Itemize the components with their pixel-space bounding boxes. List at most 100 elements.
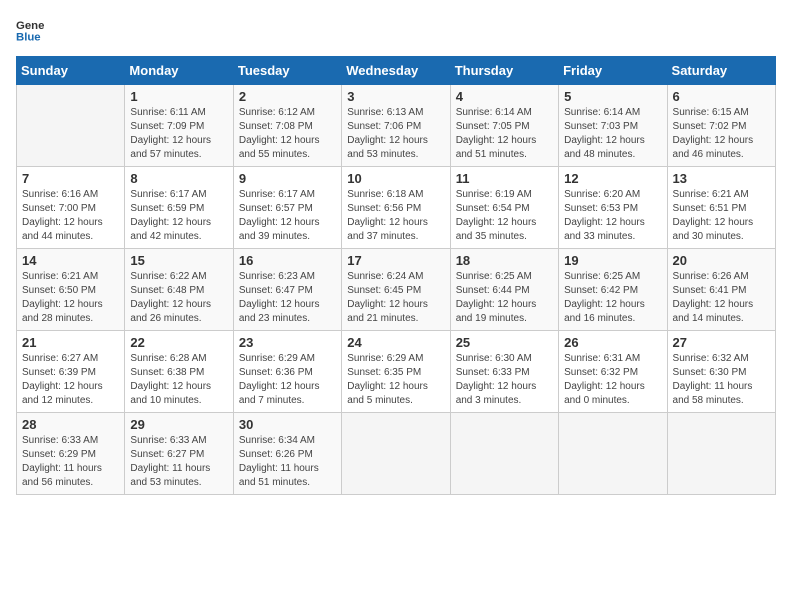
day-info: Sunrise: 6:30 AM Sunset: 6:33 PM Dayligh…	[456, 352, 553, 408]
calendar-cell: 3Sunrise: 6:13 AM Sunset: 7:06 PM Daylig…	[342, 85, 450, 167]
calendar-cell: 15 Sunrise: 6:22 AM Sunset: 6:48 PM Dayli…	[125, 249, 233, 331]
day-number: 3	[347, 89, 444, 104]
calendar-table: SundayMondayTuesdayWednesdayThursdayFrid…	[16, 56, 776, 495]
calendar-cell: 13 Sunrise: 6:21 AM Sunset: 6:51 PM Dayli…	[667, 167, 775, 249]
day-number: 13	[673, 171, 770, 186]
day-info: Sunrise: 6:29 AM Sunset: 6:36 PM Dayligh…	[239, 352, 336, 408]
day-info: Sunrise: 6:18 AM Sunset: 6:56 PM Dayligh…	[347, 188, 444, 244]
calendar-cell: 27 Sunrise: 6:32 AM Sunset: 6:30 PM Dayli…	[667, 331, 775, 413]
day-number: 9	[239, 171, 336, 186]
day-number: 29	[130, 417, 227, 432]
day-info: Sunrise: 6:28 AM Sunset: 6:38 PM Dayligh…	[130, 352, 227, 408]
day-info: Sunrise: 6:33 AM Sunset: 6:29 PM Dayligh…	[22, 434, 119, 490]
day-info: Sunrise: 6:20 AM Sunset: 6:53 PM Dayligh…	[564, 188, 661, 244]
day-number: 26	[564, 335, 661, 350]
day-info: Sunrise: 6:27 AM Sunset: 6:39 PM Dayligh…	[22, 352, 119, 408]
day-info: Sunrise: 6:17 AM Sunset: 6:59 PM Dayligh…	[130, 188, 227, 244]
day-number: 7	[22, 171, 119, 186]
calendar-cell: 11 Sunrise: 6:19 AM Sunset: 6:54 PM Dayli…	[450, 167, 558, 249]
svg-text:Blue: Blue	[16, 32, 41, 44]
calendar-cell: 9 Sunrise: 6:17 AM Sunset: 6:57 PM Daylig…	[233, 167, 341, 249]
day-number: 12	[564, 171, 661, 186]
calendar-body: 1 Sunrise: 6:11 AM Sunset: 7:09 PM Daylig…	[17, 85, 776, 495]
day-info: Sunrise: 6:12 AM Sunset: 7:08 PM Dayligh…	[239, 106, 336, 162]
calendar-cell: 20 Sunrise: 6:26 AM Sunset: 6:41 PM Dayli…	[667, 249, 775, 331]
day-number: 2	[239, 89, 336, 104]
day-number: 11	[456, 171, 553, 186]
day-info: Sunrise: 6:24 AM Sunset: 6:45 PM Dayligh…	[347, 270, 444, 326]
calendar-cell: 1 Sunrise: 6:11 AM Sunset: 7:09 PM Daylig…	[125, 85, 233, 167]
calendar-cell: 18 Sunrise: 6:25 AM Sunset: 6:44 PM Dayli…	[450, 249, 558, 331]
weekday-header-sunday: Sunday	[17, 57, 125, 85]
day-info: Sunrise: 6:14 AM Sunset: 7:05 PM Dayligh…	[456, 106, 553, 162]
day-number: 10	[347, 171, 444, 186]
calendar-cell: 14 Sunrise: 6:21 AM Sunset: 6:50 PM Dayli…	[17, 249, 125, 331]
calendar-cell	[342, 413, 450, 495]
day-number: 8	[130, 171, 227, 186]
day-number: 24	[347, 335, 444, 350]
day-info: Sunrise: 6:19 AM Sunset: 6:54 PM Dayligh…	[456, 188, 553, 244]
day-info: Sunrise: 6:26 AM Sunset: 6:41 PM Dayligh…	[673, 270, 770, 326]
day-number: 16	[239, 253, 336, 268]
day-number: 30	[239, 417, 336, 432]
day-number: 17	[347, 253, 444, 268]
calendar-cell: 17 Sunrise: 6:24 AM Sunset: 6:45 PM Dayli…	[342, 249, 450, 331]
calendar-header: SundayMondayTuesdayWednesdayThursdayFrid…	[17, 57, 776, 85]
calendar-week-2: 7 Sunrise: 6:16 AM Sunset: 7:00 PM Daylig…	[17, 167, 776, 249]
logo-icon: General Blue	[16, 16, 44, 44]
day-info: Sunrise: 6:34 AM Sunset: 6:26 PM Dayligh…	[239, 434, 336, 490]
day-info: Sunrise: 6:14 AM Sunset: 7:03 PM Dayligh…	[564, 106, 661, 162]
day-number: 23	[239, 335, 336, 350]
weekday-header-friday: Friday	[559, 57, 667, 85]
calendar-cell	[450, 413, 558, 495]
weekday-header-saturday: Saturday	[667, 57, 775, 85]
calendar-cell: 23 Sunrise: 6:29 AM Sunset: 6:36 PM Dayli…	[233, 331, 341, 413]
calendar-cell: 2 Sunrise: 6:12 AM Sunset: 7:08 PM Daylig…	[233, 85, 341, 167]
day-number: 22	[130, 335, 227, 350]
day-info: Sunrise: 6:22 AM Sunset: 6:48 PM Dayligh…	[130, 270, 227, 326]
day-number: 27	[673, 335, 770, 350]
calendar-cell	[559, 413, 667, 495]
day-info: Sunrise: 6:25 AM Sunset: 6:44 PM Dayligh…	[456, 270, 553, 326]
day-info: Sunrise: 6:21 AM Sunset: 6:51 PM Dayligh…	[673, 188, 770, 244]
day-info: Sunrise: 6:16 AM Sunset: 7:00 PM Dayligh…	[22, 188, 119, 244]
day-info: Sunrise: 6:17 AM Sunset: 6:57 PM Dayligh…	[239, 188, 336, 244]
calendar-week-5: 28 Sunrise: 6:33 AM Sunset: 6:29 PM Dayli…	[17, 413, 776, 495]
day-info: Sunrise: 6:15 AM Sunset: 7:02 PM Dayligh…	[673, 106, 770, 162]
day-info: Sunrise: 6:21 AM Sunset: 6:50 PM Dayligh…	[22, 270, 119, 326]
calendar-week-4: 21 Sunrise: 6:27 AM Sunset: 6:39 PM Dayli…	[17, 331, 776, 413]
calendar-cell: 7 Sunrise: 6:16 AM Sunset: 7:00 PM Daylig…	[17, 167, 125, 249]
weekday-header-monday: Monday	[125, 57, 233, 85]
day-number: 21	[22, 335, 119, 350]
calendar-cell: 10 Sunrise: 6:18 AM Sunset: 6:56 PM Dayli…	[342, 167, 450, 249]
day-number: 28	[22, 417, 119, 432]
day-info: Sunrise: 6:11 AM Sunset: 7:09 PM Dayligh…	[130, 106, 227, 162]
calendar-cell: 8 Sunrise: 6:17 AM Sunset: 6:59 PM Daylig…	[125, 167, 233, 249]
calendar-week-3: 14 Sunrise: 6:21 AM Sunset: 6:50 PM Dayli…	[17, 249, 776, 331]
calendar-cell: 26Sunrise: 6:31 AM Sunset: 6:32 PM Dayli…	[559, 331, 667, 413]
day-number: 15	[130, 253, 227, 268]
calendar-cell: 16 Sunrise: 6:23 AM Sunset: 6:47 PM Dayli…	[233, 249, 341, 331]
day-number: 18	[456, 253, 553, 268]
calendar-cell: 24 Sunrise: 6:29 AM Sunset: 6:35 PM Dayli…	[342, 331, 450, 413]
day-number: 14	[22, 253, 119, 268]
calendar-cell	[17, 85, 125, 167]
day-number: 6	[673, 89, 770, 104]
day-info: Sunrise: 6:32 AM Sunset: 6:30 PM Dayligh…	[673, 352, 770, 408]
day-number: 25	[456, 335, 553, 350]
day-number: 19	[564, 253, 661, 268]
logo: General Blue	[16, 16, 44, 44]
day-info: Sunrise: 6:29 AM Sunset: 6:35 PM Dayligh…	[347, 352, 444, 408]
calendar-cell	[667, 413, 775, 495]
calendar-cell: 30 Sunrise: 6:34 AM Sunset: 6:26 PM Dayli…	[233, 413, 341, 495]
day-number: 5	[564, 89, 661, 104]
day-number: 20	[673, 253, 770, 268]
calendar-week-1: 1 Sunrise: 6:11 AM Sunset: 7:09 PM Daylig…	[17, 85, 776, 167]
day-info: Sunrise: 6:25 AM Sunset: 6:42 PM Dayligh…	[564, 270, 661, 326]
svg-text:General: General	[16, 20, 44, 32]
day-number: 1	[130, 89, 227, 104]
day-info: Sunrise: 6:33 AM Sunset: 6:27 PM Dayligh…	[130, 434, 227, 490]
day-info: Sunrise: 6:23 AM Sunset: 6:47 PM Dayligh…	[239, 270, 336, 326]
weekday-header-thursday: Thursday	[450, 57, 558, 85]
calendar-cell: 19 Sunrise: 6:25 AM Sunset: 6:42 PM Dayli…	[559, 249, 667, 331]
